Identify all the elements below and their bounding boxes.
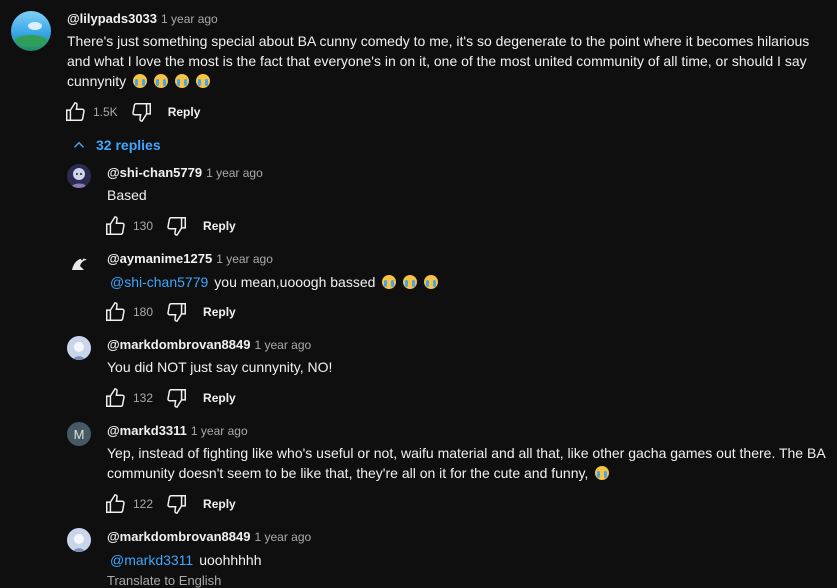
- reply-author[interactable]: @aymanime1275 1 year ago: [107, 251, 273, 266]
- reply-button[interactable]: Reply: [203, 219, 236, 233]
- avatar[interactable]: [11, 11, 51, 51]
- crying-emoji-icon: [133, 74, 148, 88]
- reply-text: Based: [107, 187, 147, 203]
- avatar-letter: M: [73, 426, 85, 442]
- like-icon[interactable]: [103, 214, 127, 238]
- like-icon[interactable]: [103, 300, 127, 324]
- reply-button[interactable]: Reply: [203, 391, 236, 405]
- like-count: 130: [133, 219, 154, 233]
- crying-emoji-icon: [153, 74, 168, 88]
- dislike-icon[interactable]: [165, 214, 189, 238]
- character-avatar-icon: [73, 534, 85, 552]
- reply-button[interactable]: Reply: [168, 105, 201, 119]
- avatar[interactable]: [67, 250, 91, 274]
- like-icon[interactable]: [63, 100, 87, 124]
- reply-author[interactable]: @markdombrovan8849 1 year ago: [107, 529, 311, 544]
- like-count: 122: [133, 497, 154, 511]
- crying-emoji-icon: [595, 466, 610, 480]
- reply-text: @markd3311 uoohhhhh: [110, 552, 262, 568]
- reply-text: Yep, instead of fighting like who's usef…: [107, 445, 825, 481]
- reply-actions: 130 Reply: [103, 214, 236, 238]
- avatar[interactable]: [67, 164, 91, 188]
- reply-author[interactable]: @markd3311 1 year ago: [107, 423, 248, 438]
- like-icon[interactable]: [103, 386, 127, 410]
- reply-button[interactable]: Reply: [203, 497, 236, 511]
- translate-link[interactable]: Translate to English: [107, 573, 221, 588]
- replies-count-label: 32 replies: [96, 137, 161, 153]
- crying-emoji-icon: [403, 275, 418, 289]
- crying-emoji-icon: [382, 275, 397, 289]
- like-count: 132: [133, 391, 154, 405]
- reply-button[interactable]: Reply: [203, 305, 236, 319]
- avatar[interactable]: [67, 528, 91, 552]
- replies-toggle[interactable]: 32 replies: [70, 136, 161, 154]
- character-avatar-icon: [71, 168, 87, 188]
- dislike-icon[interactable]: [165, 300, 189, 324]
- reply-time[interactable]: 1 year ago: [254, 530, 311, 544]
- crying-emoji-icon: [195, 74, 210, 88]
- chevron-up-icon: [73, 141, 85, 148]
- reply-author[interactable]: @markdombrovan8849 1 year ago: [107, 337, 311, 352]
- comment-author[interactable]: @lilypads3033 1 year ago: [67, 11, 218, 26]
- character-avatar-icon: [72, 257, 87, 270]
- reply-actions: 122 Reply: [103, 492, 236, 516]
- reply-time[interactable]: 1 year ago: [216, 252, 273, 266]
- avatar[interactable]: M: [67, 422, 91, 446]
- reply-text: You did NOT just say cunnynity, NO!: [107, 359, 333, 375]
- reply-actions: 180 Reply: [103, 300, 236, 324]
- like-icon[interactable]: [103, 492, 127, 516]
- crying-emoji-icon: [424, 275, 439, 289]
- comment-time[interactable]: 1 year ago: [161, 12, 218, 26]
- like-count: 180: [133, 305, 154, 319]
- mention-link[interactable]: @shi-chan5779: [110, 274, 208, 290]
- reply-text: @shi-chan5779 you mean,uooogh bassed: [110, 272, 439, 292]
- dislike-icon[interactable]: [165, 386, 189, 410]
- character-avatar-icon: [73, 342, 85, 360]
- dislike-icon[interactable]: [165, 492, 189, 516]
- dislike-icon[interactable]: [130, 100, 154, 124]
- avatar[interactable]: [67, 336, 91, 360]
- reply-time[interactable]: 1 year ago: [206, 166, 263, 180]
- mention-link[interactable]: @markd3311: [110, 552, 193, 568]
- like-count: 1.5K: [93, 105, 118, 119]
- reply-actions: 132 Reply: [103, 386, 236, 410]
- comment-text: There's just something special about BA …: [67, 33, 810, 89]
- reply-time[interactable]: 1 year ago: [254, 338, 311, 352]
- crying-emoji-icon: [174, 74, 189, 88]
- lily-pad-icon: [15, 22, 47, 47]
- comment-actions: 1.5K Reply: [63, 100, 200, 124]
- reply-time[interactable]: 1 year ago: [191, 424, 248, 438]
- reply-author[interactable]: @shi-chan5779 1 year ago: [107, 165, 263, 180]
